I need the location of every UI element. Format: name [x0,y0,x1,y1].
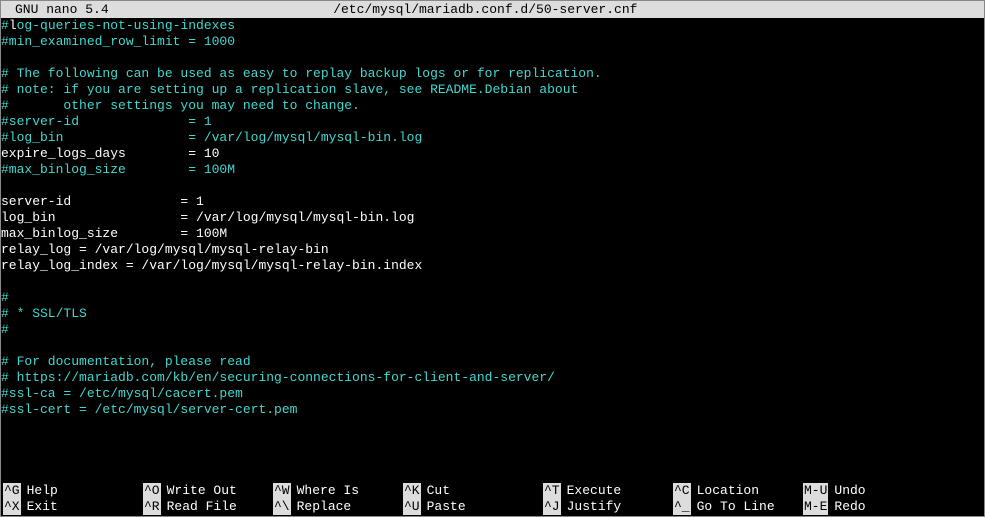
editor-line[interactable]: #log_bin = /var/log/mysql/mysql-bin.log [1,130,984,146]
help-label: Cut [427,483,450,499]
editor-line[interactable]: # The following can be used as easy to r… [1,66,984,82]
app-name: GNU nano 5.4 [3,2,109,18]
editor-line[interactable]: # note: if you are setting up a replicat… [1,82,984,98]
help-key: ^O [143,483,161,499]
help-label: Execute [567,483,622,499]
help-item: ^\ Replace [273,499,403,515]
editor-line[interactable] [1,50,984,66]
help-item: ^U Paste [403,499,543,515]
help-row: ^X Exit ^R Read File ^\ Replace ^U Paste ^J Justi… [3,499,984,515]
editor-line[interactable]: # * SSL/TLS [1,306,984,322]
editor-line[interactable]: # [1,290,984,306]
help-key: ^K [403,483,421,499]
help-item: ^R Read File [143,499,273,515]
editor-line[interactable]: # https://mariadb.com/kb/en/securing-con… [1,370,984,386]
titlebar: GNU nano 5.4 /etc/mysql/mariadb.conf.d/5… [1,1,984,18]
editor-line[interactable]: # other settings you may need to change. [1,98,984,114]
editor-line[interactable]: relay_log = /var/log/mysql/mysql-relay-b… [1,242,984,258]
help-key: M-E [803,499,828,515]
help-item: ^X Exit [3,499,143,515]
help-label: Exit [27,499,58,515]
editor-line[interactable] [1,274,984,290]
editor-line[interactable]: max_binlog_size = 100M [1,226,984,242]
editor-line[interactable]: expire_logs_days = 10 [1,146,984,162]
help-key: ^W [273,483,291,499]
help-item: ^_ Go To Line [673,499,803,515]
help-label: Location [697,483,759,499]
help-item: ^T Execute [543,483,673,499]
help-label: Help [27,483,58,499]
help-key: ^U [403,499,421,515]
help-item: ^W Where Is [273,483,403,499]
editor-line[interactable]: #ssl-ca = /etc/mysql/cacert.pem [1,386,984,402]
help-key: ^G [3,483,21,499]
help-row: ^G Help ^O Write Out ^W Where Is ^K Cut ^T Execut… [3,483,984,499]
help-item: ^K Cut [403,483,543,499]
help-key: ^J [543,499,561,515]
editor-line[interactable]: #max_binlog_size = 100M [1,162,984,178]
editor-line[interactable]: #min_examined_row_limit = 1000 [1,34,984,50]
editor-line[interactable]: server-id = 1 [1,194,984,210]
help-key: ^C [673,483,691,499]
help-bar: ^G Help ^O Write Out ^W Where Is ^K Cut ^T Execut… [1,483,984,517]
help-label: Redo [834,499,865,515]
editor-line[interactable]: #ssl-cert = /etc/mysql/server-cert.pem [1,402,984,418]
editor-line[interactable] [1,338,984,354]
editor-line[interactable]: # For documentation, please read [1,354,984,370]
help-item: ^J Justify [543,499,673,515]
editor-line[interactable] [1,178,984,194]
help-label: Paste [427,499,466,515]
help-item: ^O Write Out [143,483,273,499]
help-label: Where Is [297,483,359,499]
help-item: M-U Undo [803,483,923,499]
help-label: Replace [297,499,352,515]
help-key: M-U [803,483,828,499]
help-label: Write Out [167,483,237,499]
help-label: Undo [834,483,865,499]
help-label: Go To Line [697,499,775,515]
editor-line[interactable]: # [1,322,984,338]
editor-line[interactable]: #server-id = 1 [1,114,984,130]
help-key: ^\ [273,499,291,515]
help-item: ^C Location [673,483,803,499]
help-item: ^G Help [3,483,143,499]
editor-line[interactable]: log_bin = /var/log/mysql/mysql-bin.log [1,210,984,226]
file-path: /etc/mysql/mariadb.conf.d/50-server.cnf [109,2,862,18]
editor-content[interactable]: #log-queries-not-using-indexes#min_exami… [1,18,984,418]
help-key: ^T [543,483,561,499]
help-label: Read File [167,499,237,515]
editor-line[interactable]: relay_log_index = /var/log/mysql/mysql-r… [1,258,984,274]
help-label: Justify [567,499,622,515]
help-item: M-E Redo [803,499,923,515]
help-key: ^_ [673,499,691,515]
editor-line[interactable]: #log-queries-not-using-indexes [1,18,984,34]
help-key: ^R [143,499,161,515]
help-key: ^X [3,499,21,515]
